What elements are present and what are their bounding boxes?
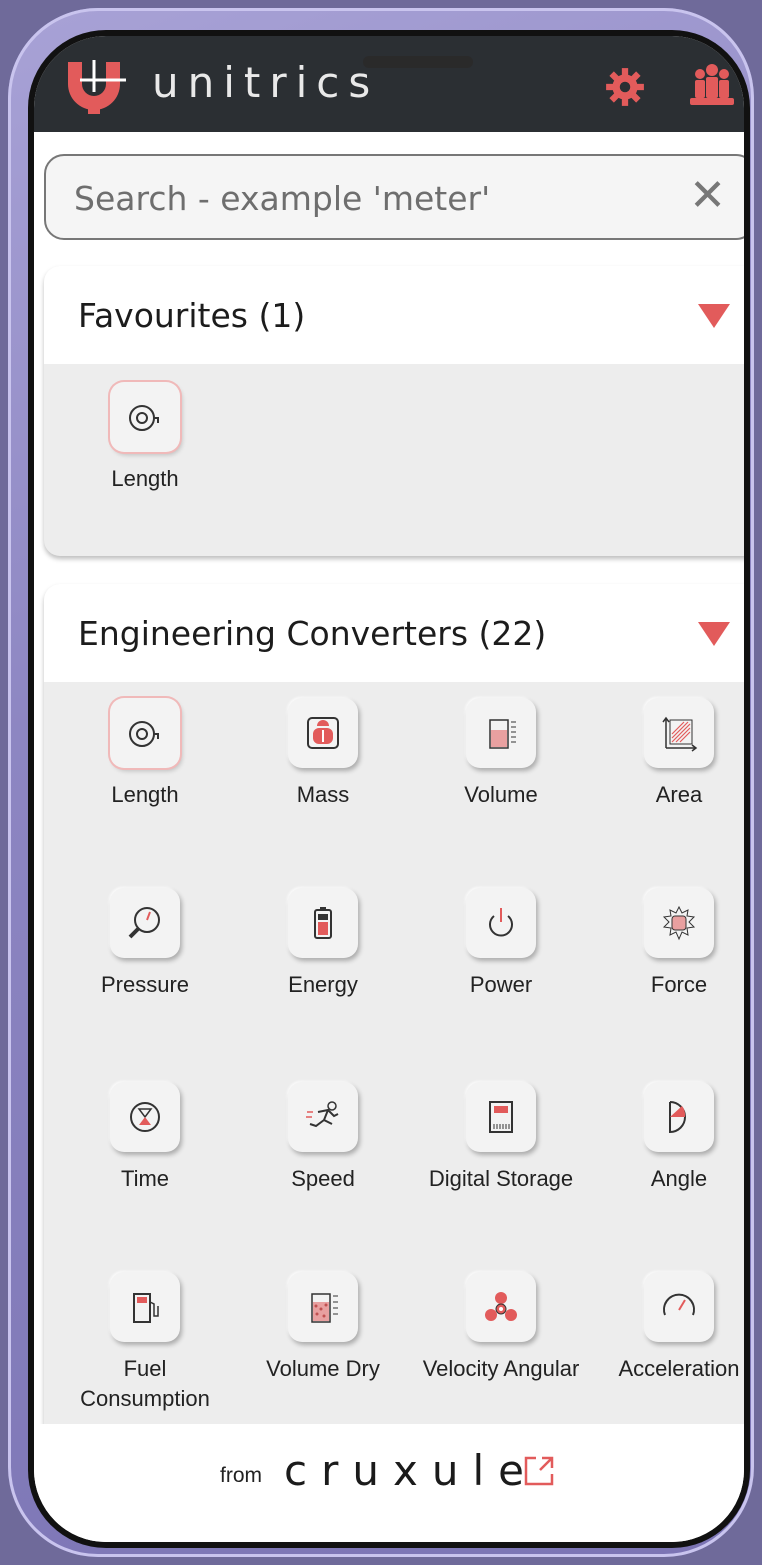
beaker-icon[interactable] [466, 698, 536, 768]
scale-icon[interactable] [288, 698, 358, 768]
phone-bezel: unitrics Search - example 'meter' ✕ Favo… [28, 30, 750, 1548]
tile-label: Velocity Angular [422, 1356, 580, 1381]
converter-tile-volume-dry[interactable]: Volume Dry [238, 1272, 408, 1384]
battery-icon[interactable] [288, 888, 358, 958]
converter-tile-acceleration[interactable]: Acceleration [594, 1272, 744, 1384]
search-input[interactable] [46, 156, 676, 240]
tile-label: Area [655, 782, 703, 807]
tile-label: Angle [650, 1166, 708, 1191]
clear-search-button[interactable]: ✕ [689, 174, 726, 218]
tile-label: Pressure [100, 972, 190, 997]
engineering-header[interactable]: Engineering Converters (22) [44, 584, 744, 682]
footer-from-text: from [220, 1464, 262, 1487]
external-link-icon[interactable] [522, 1454, 556, 1488]
fist-icon[interactable] [644, 888, 714, 958]
protractor-icon[interactable] [644, 1082, 714, 1152]
app-header: unitrics [34, 36, 744, 132]
app-screen: unitrics Search - example 'meter' ✕ Favo… [34, 36, 744, 1542]
tile-label: Volume [464, 782, 538, 807]
tile-label: Length [111, 782, 179, 807]
power-icon[interactable] [466, 888, 536, 958]
tape-measure-icon[interactable] [110, 698, 180, 768]
converter-tile-velocity-angular[interactable]: Velocity Angular [416, 1272, 586, 1384]
phone-notch [363, 56, 473, 68]
converter-tile-speed[interactable]: Speed [238, 1082, 408, 1194]
favourites-title: Favourites (1) [78, 296, 306, 335]
converter-tile-mass[interactable]: Mass [238, 698, 408, 810]
converter-tile-area[interactable]: Area [594, 698, 744, 810]
tile-label: Acceleration [618, 1356, 740, 1381]
converter-tile-digital-storage[interactable]: Digital Storage [416, 1082, 586, 1194]
converter-tile-volume[interactable]: Volume [416, 698, 586, 810]
footer: from cruxule [34, 1424, 744, 1542]
collapse-triangle-icon[interactable] [698, 304, 730, 328]
tile-label: Energy [288, 972, 358, 997]
cruxule-link[interactable]: cruxule [284, 1446, 538, 1495]
tile-label: Volume Dry [266, 1356, 380, 1381]
gear-icon[interactable] [604, 66, 646, 108]
tile-label: Force [650, 972, 708, 997]
favourites-section: Favourites (1) Length [44, 266, 744, 556]
converter-tile-length[interactable]: Length [60, 382, 230, 494]
phone-frame: unitrics Search - example 'meter' ✕ Favo… [8, 8, 754, 1557]
tape-measure-icon[interactable] [110, 382, 180, 452]
tile-label: Speed [291, 1166, 355, 1191]
main-content: ✕ Favourites (1) Length [34, 132, 744, 1424]
sd-card-icon[interactable] [466, 1082, 536, 1152]
fuel-pump-icon[interactable] [110, 1272, 180, 1342]
search-bar: ✕ [44, 154, 744, 240]
converter-tile-length[interactable]: Length [60, 698, 230, 810]
speedometer-icon[interactable] [644, 1272, 714, 1342]
converter-tile-power[interactable]: Power [416, 888, 586, 1000]
runner-icon[interactable] [288, 1082, 358, 1152]
engineering-converters-section: Engineering Converters (22) Length Mass … [44, 584, 744, 1424]
tile-label: Mass [296, 782, 350, 807]
tile-label: Length [111, 466, 179, 491]
converter-tile-force[interactable]: Force [594, 888, 744, 1000]
fidget-spinner-icon[interactable] [466, 1272, 536, 1342]
hourglass-icon[interactable] [110, 1082, 180, 1152]
converter-tile-energy[interactable]: Energy [238, 888, 408, 1000]
people-icon[interactable] [688, 60, 736, 108]
tile-label: Digital Storage [428, 1166, 574, 1191]
pressure-gauge-icon[interactable] [110, 888, 180, 958]
converter-tile-time[interactable]: Time [60, 1082, 230, 1194]
grain-container-icon[interactable] [288, 1272, 358, 1342]
area-icon[interactable] [644, 698, 714, 768]
favourites-header[interactable]: Favourites (1) [44, 266, 744, 364]
tile-label: Power [469, 972, 533, 997]
converter-tile-fuel-consumption[interactable]: Fuel Consumption [60, 1272, 230, 1414]
converter-tile-pressure[interactable]: Pressure [60, 888, 230, 1000]
unitrics-logo-icon [68, 60, 126, 114]
tile-label: Fuel Consumption [80, 1356, 210, 1411]
tile-label: Time [120, 1166, 170, 1191]
app-title: unitrics [152, 58, 380, 107]
converter-tile-angle[interactable]: Angle [594, 1082, 744, 1194]
collapse-triangle-icon[interactable] [698, 622, 730, 646]
engineering-title: Engineering Converters (22) [78, 614, 547, 653]
